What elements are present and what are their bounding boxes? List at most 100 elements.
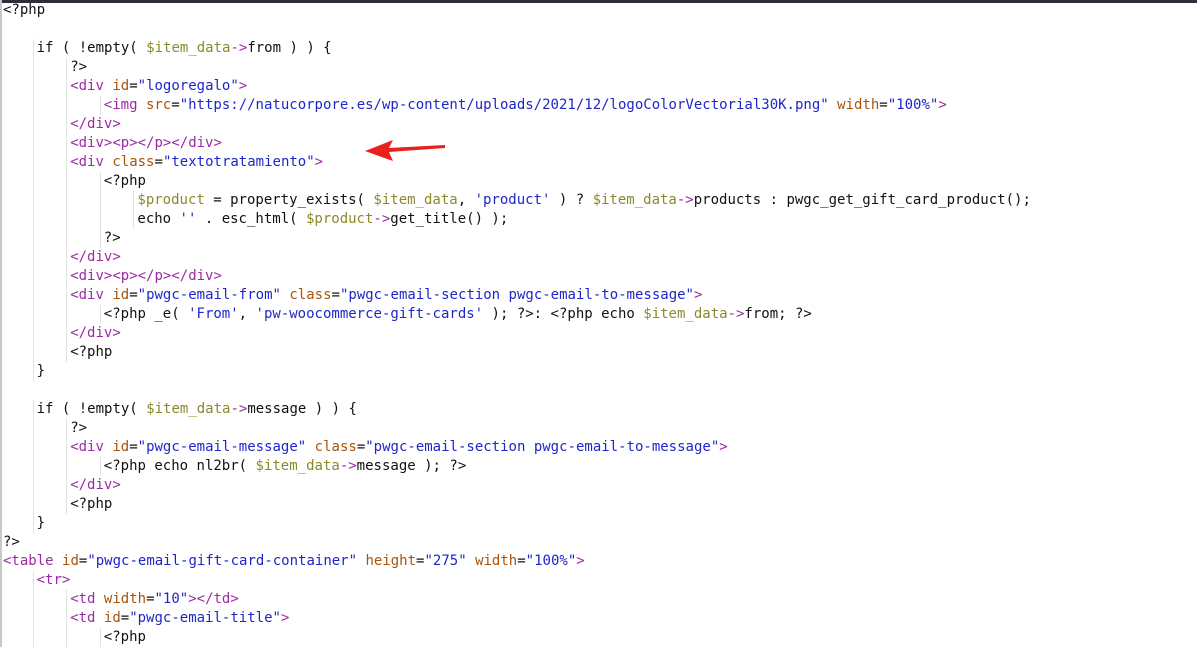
code-line[interactable]: <div id="pwgc-email-message" class="pwgc… [3, 438, 1193, 457]
indent-guide [99, 628, 101, 647]
code-line[interactable]: <?php [3, 495, 1193, 514]
code-token: class [289, 287, 332, 303]
code-token: = [171, 97, 180, 113]
code-token: $item_data [255, 458, 340, 474]
code-line[interactable]: <td id="pwgc-email-title"> [3, 609, 1193, 628]
code-line[interactable]: <div><p></p></div> [3, 267, 1193, 286]
code-token: <?php [103, 173, 146, 189]
code-token: , [238, 306, 256, 322]
code-line[interactable]: </div> [3, 476, 1193, 495]
code-token: $product [305, 211, 374, 227]
code-token: "275" [424, 553, 467, 569]
code-line[interactable]: } [3, 362, 1193, 381]
code-token: > [576, 553, 585, 569]
code-line[interactable] [3, 20, 1193, 39]
code-line[interactable]: <div id="pwgc-email-from" class="pwgc-em… [3, 286, 1193, 305]
code-editor[interactable]: <?php if ( !empty( $item_data->from ) ) {… [3, 1, 1193, 647]
code-token: = [517, 553, 526, 569]
code-line[interactable]: <div><p></p></div> [3, 134, 1193, 153]
code-line[interactable]: <table id = "pwgc-email-gift-card-containe… [3, 552, 1193, 571]
code-line[interactable]: $product = property_exists( $item_data, … [3, 191, 1193, 210]
indent-guide [66, 153, 68, 172]
code-token: "pwgc-email-section pwgc-email-to-messag… [339, 287, 694, 303]
code-token: $item_data [146, 40, 231, 56]
code-token: height [365, 553, 417, 569]
code-token: width [837, 97, 880, 113]
code-line[interactable]: <img src="https://natucorpore.es/wp-cont… [3, 96, 1193, 115]
code-line[interactable]: ?> [3, 229, 1193, 248]
indent-guide [66, 191, 68, 210]
code-token: message ); ?> [356, 458, 467, 474]
code-line[interactable]: <div class="textotratamiento"> [3, 153, 1193, 172]
code-line[interactable]: </div> [3, 324, 1193, 343]
indent-guide [32, 400, 34, 419]
code-line[interactable] [3, 381, 1193, 400]
code-line[interactable]: </div> [3, 115, 1193, 134]
code-token: "10" [154, 591, 189, 607]
code-line[interactable]: <div id="logoregalo"> [3, 77, 1193, 96]
code-token: 'product' [474, 192, 551, 208]
code-line[interactable]: </div> [3, 248, 1193, 267]
code-token: from ) ) { [247, 40, 332, 56]
indent-guide [66, 590, 68, 609]
code-token: class [112, 154, 155, 170]
code-token: </div> [70, 477, 121, 493]
code-line[interactable]: <?php [3, 343, 1193, 362]
indent-guide [32, 115, 34, 134]
code-token: ></td> [188, 591, 239, 607]
code-token: -> [230, 401, 248, 417]
code-token: "100%" [887, 97, 939, 113]
code-token: "https://natucorpore.es/wp-content/uploa… [179, 97, 829, 113]
indent-guide [32, 324, 34, 343]
indent-guide [66, 419, 68, 438]
code-line[interactable]: } [3, 514, 1193, 533]
code-token: $item_data [643, 306, 728, 322]
indent-guide [32, 438, 34, 457]
code-token: = [129, 78, 138, 94]
code-token: = [356, 439, 366, 455]
code-line[interactable]: if ( !empty( $item_data->from ) ) { [3, 39, 1193, 58]
code-token: </div> [70, 116, 121, 132]
code-token: <?php _e( [103, 306, 189, 322]
code-token: } [36, 363, 46, 379]
indent-guide [99, 191, 101, 210]
indent-guide [66, 286, 68, 305]
code-token: ?> [3, 534, 20, 550]
code-line[interactable]: <?php echo nl2br( $item_data->message );… [3, 457, 1193, 476]
code-token: <div [70, 439, 113, 455]
code-line[interactable]: <tr> [3, 571, 1193, 590]
code-line[interactable]: <td width="10"></td> [3, 590, 1193, 609]
indent-guide [99, 457, 101, 476]
code-line[interactable]: <?php [3, 172, 1193, 191]
indent-guide [32, 419, 34, 438]
code-token: src [145, 97, 172, 113]
indent-guide [99, 305, 101, 324]
code-line[interactable]: ?> [3, 419, 1193, 438]
code-line[interactable]: echo '' . esc_html( $product->get_title(… [3, 210, 1193, 229]
code-line[interactable]: <?php [3, 628, 1193, 647]
code-line[interactable]: <?php _e( 'From', 'pw-woocommerce-gift-c… [3, 305, 1193, 324]
code-token: <div [70, 154, 113, 170]
indent-guide [32, 514, 34, 533]
code-line[interactable]: ?> [3, 533, 1193, 552]
code-line[interactable]: if ( !empty( $item_data->message ) ) { [3, 400, 1193, 419]
code-token: <?php [70, 496, 113, 512]
code-token: echo [137, 211, 180, 227]
indent-guide [66, 324, 68, 343]
indent-guide [66, 609, 68, 628]
code-token: } [36, 515, 46, 531]
code-line[interactable]: ?> [3, 58, 1193, 77]
indent-guide [66, 134, 68, 153]
code-token: "pwgc-email-gift-card-container" [87, 553, 358, 569]
indent-guide [99, 210, 101, 229]
code-token: 'From' [188, 306, 239, 322]
indent-guide [66, 628, 68, 647]
code-token: "pwgc-email-message" [137, 439, 307, 455]
code-token: "pwgc-email-section pwgc-email-to-messag… [365, 439, 720, 455]
indent-guide [66, 77, 68, 96]
code-line[interactable]: <?php [3, 1, 1193, 20]
indent-guide [32, 476, 34, 495]
code-token: ?> [103, 230, 121, 246]
